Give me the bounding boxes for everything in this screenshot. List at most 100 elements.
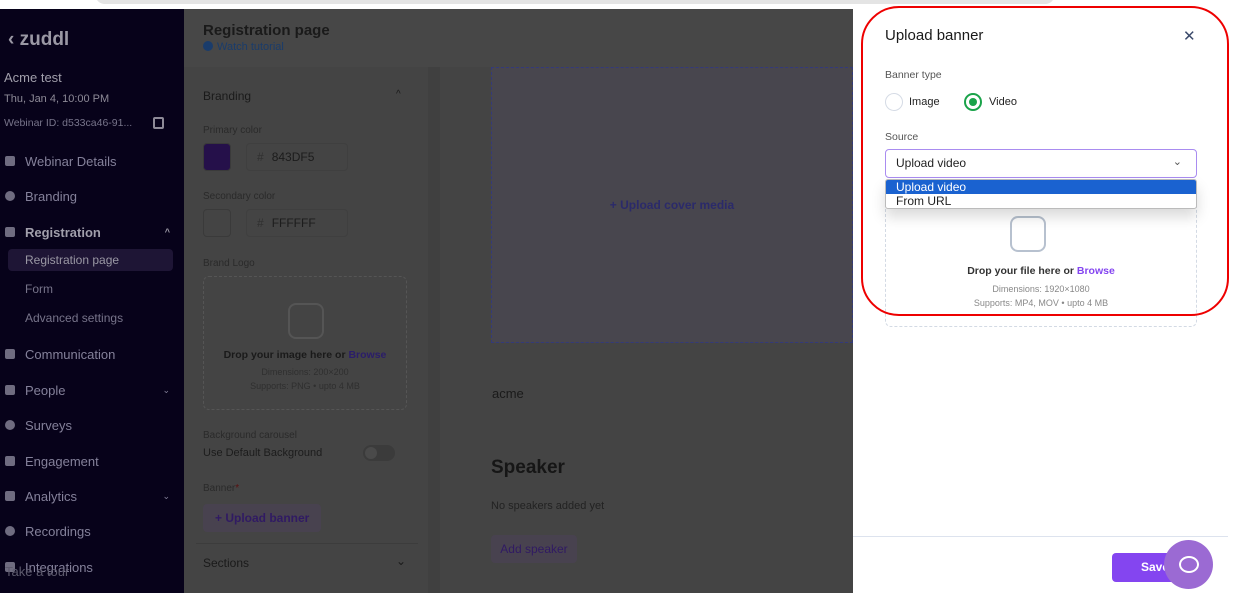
banner-label: Banner* xyxy=(203,483,240,494)
secondary-color-swatch[interactable] xyxy=(203,209,231,237)
radio-image-label[interactable]: Image xyxy=(909,96,940,108)
dimensions-text: Dimensions: 200×200 xyxy=(261,367,349,377)
page-title: Registration page xyxy=(203,22,330,39)
select-value: Upload video xyxy=(896,156,967,170)
hex-value: FFFFFF xyxy=(271,216,316,230)
branding-heading[interactable]: Branding xyxy=(203,89,251,103)
nav-label: Registration xyxy=(25,224,101,240)
option-from-url[interactable]: From URL xyxy=(886,194,1196,208)
hash: # xyxy=(257,216,264,230)
webinar-id: Webinar ID: d533ca46-91... xyxy=(4,117,133,129)
drop-text: Drop your file here or Browse xyxy=(967,265,1115,277)
sections-heading[interactable]: Sections xyxy=(203,556,249,570)
nav-label: Recordings xyxy=(25,523,91,539)
sidebar-item-branding[interactable]: Branding xyxy=(0,184,184,208)
palette-icon xyxy=(5,191,15,201)
source-label: Source xyxy=(885,131,919,143)
chevron-down-icon[interactable]: ⌄ xyxy=(396,554,406,568)
upload-cover-media[interactable]: + Upload cover media xyxy=(491,67,853,343)
use-default-toggle[interactable] xyxy=(363,445,395,461)
nav-label: Analytics xyxy=(25,488,78,504)
image-icon xyxy=(288,303,324,339)
sidebar-item-communication[interactable]: Communication xyxy=(0,342,184,366)
speaker-heading: Speaker xyxy=(491,457,565,478)
nav-label: Webinar Details xyxy=(25,153,117,169)
browser-top-strip xyxy=(0,0,1238,9)
upload-banner-button[interactable]: + Upload banner xyxy=(203,504,321,532)
browser-tab xyxy=(95,0,1055,4)
radio-image[interactable] xyxy=(885,93,903,111)
people-icon xyxy=(5,385,15,395)
sidebar-item-webinar-details[interactable]: Webinar Details xyxy=(0,149,184,173)
primary-color-input[interactable]: #843DF5 xyxy=(246,143,348,171)
preview-area: + Upload cover media acme Speaker No spe… xyxy=(440,67,853,593)
play-icon xyxy=(5,526,15,536)
sidebar-sub-advanced-settings[interactable]: Advanced settings xyxy=(8,307,173,329)
close-icon[interactable]: ✕ xyxy=(1183,27,1196,45)
divider xyxy=(196,543,418,544)
sidebar: ‹ zuddl Acme test Thu, Jan 4, 10:00 PM W… xyxy=(0,9,184,593)
sidebar-item-people[interactable]: People ⌄ xyxy=(0,378,184,402)
plus-icon: + xyxy=(609,198,621,212)
nav-label: Surveys xyxy=(25,417,72,433)
pie-icon xyxy=(5,420,15,430)
copy-icon[interactable] xyxy=(153,117,164,129)
scrollbar[interactable] xyxy=(428,67,440,593)
document-icon xyxy=(5,227,15,237)
supports-text: Supports: PNG • upto 4 MB xyxy=(250,381,360,391)
bg-carousel-label: Background carousel xyxy=(203,430,297,441)
panel-title: Upload banner xyxy=(885,27,984,44)
chat-support-button[interactable] xyxy=(1164,540,1213,589)
page-header: Registration page Watch tutorial xyxy=(184,9,853,67)
grid-icon xyxy=(5,456,15,466)
chevron-up-icon[interactable]: ^ xyxy=(396,89,401,100)
option-upload-video[interactable]: Upload video xyxy=(886,180,1196,194)
sidebar-sub-form[interactable]: Form xyxy=(8,278,173,300)
watch-tutorial-link[interactable]: Watch tutorial xyxy=(203,41,284,53)
plus-icon: + xyxy=(215,511,226,525)
event-date: Thu, Jan 4, 10:00 PM xyxy=(4,93,110,105)
logo-text: zuddl xyxy=(19,29,70,50)
radio-video[interactable] xyxy=(964,93,982,111)
nav-label: People xyxy=(25,382,66,398)
use-default-label: Use Default Background xyxy=(203,447,323,459)
org-name: acme xyxy=(492,386,524,401)
nav-label: Engagement xyxy=(25,453,99,469)
footer-divider xyxy=(853,536,1228,537)
sidebar-sub-registration-page[interactable]: Registration page xyxy=(8,249,173,271)
supports-text: Supports: MP4, MOV • upto 4 MB xyxy=(973,298,1109,308)
browse-link[interactable]: Browse xyxy=(1077,265,1115,277)
secondary-color-input[interactable]: # FFFFFF xyxy=(246,209,348,237)
back-icon: ‹ xyxy=(8,29,20,50)
source-options: Upload video From URL xyxy=(885,179,1197,209)
event-name: Acme test xyxy=(4,70,62,85)
sidebar-item-surveys[interactable]: Surveys xyxy=(0,413,184,437)
source-select[interactable]: Upload video ⌄ xyxy=(885,149,1197,178)
hash: # xyxy=(257,150,264,164)
config-panel: Branding ^ Primary color #843DF5 Seconda… xyxy=(184,67,428,593)
chevron-down-icon: ⌄ xyxy=(162,384,170,395)
no-speakers-text: No speakers added yet xyxy=(491,500,605,512)
take-tour-link[interactable]: Take a tour xyxy=(5,564,69,579)
sidebar-item-registration[interactable]: Registration ^ xyxy=(0,220,184,244)
back-logo[interactable]: ‹ zuddl xyxy=(8,29,69,51)
hex-value: 843DF5 xyxy=(271,150,315,164)
chevron-down-icon: ⌄ xyxy=(162,490,170,501)
primary-color-label: Primary color xyxy=(203,125,262,136)
sidebar-item-analytics[interactable]: Analytics ⌄ xyxy=(0,484,184,508)
radio-video-label[interactable]: Video xyxy=(989,96,1017,108)
sidebar-item-recordings[interactable]: Recordings xyxy=(0,519,184,543)
secondary-color-label: Secondary color xyxy=(203,191,276,202)
brand-logo-label: Brand Logo xyxy=(203,258,255,269)
logo-dropzone[interactable]: Drop your image here or Browse Dimension… xyxy=(203,276,407,410)
add-speaker-button[interactable]: Add speaker xyxy=(491,535,577,563)
primary-color-swatch[interactable] xyxy=(203,143,231,171)
nav-label: Branding xyxy=(25,188,78,204)
nav-label: Communication xyxy=(25,346,116,362)
sidebar-item-engagement[interactable]: Engagement xyxy=(0,449,184,473)
browse-link[interactable]: Browse xyxy=(348,349,386,361)
chevron-up-icon: ^ xyxy=(164,227,170,237)
image-icon xyxy=(1010,216,1046,252)
banner-type-label: Banner type xyxy=(885,69,942,81)
drop-text: Drop your image here or Browse xyxy=(223,349,387,361)
